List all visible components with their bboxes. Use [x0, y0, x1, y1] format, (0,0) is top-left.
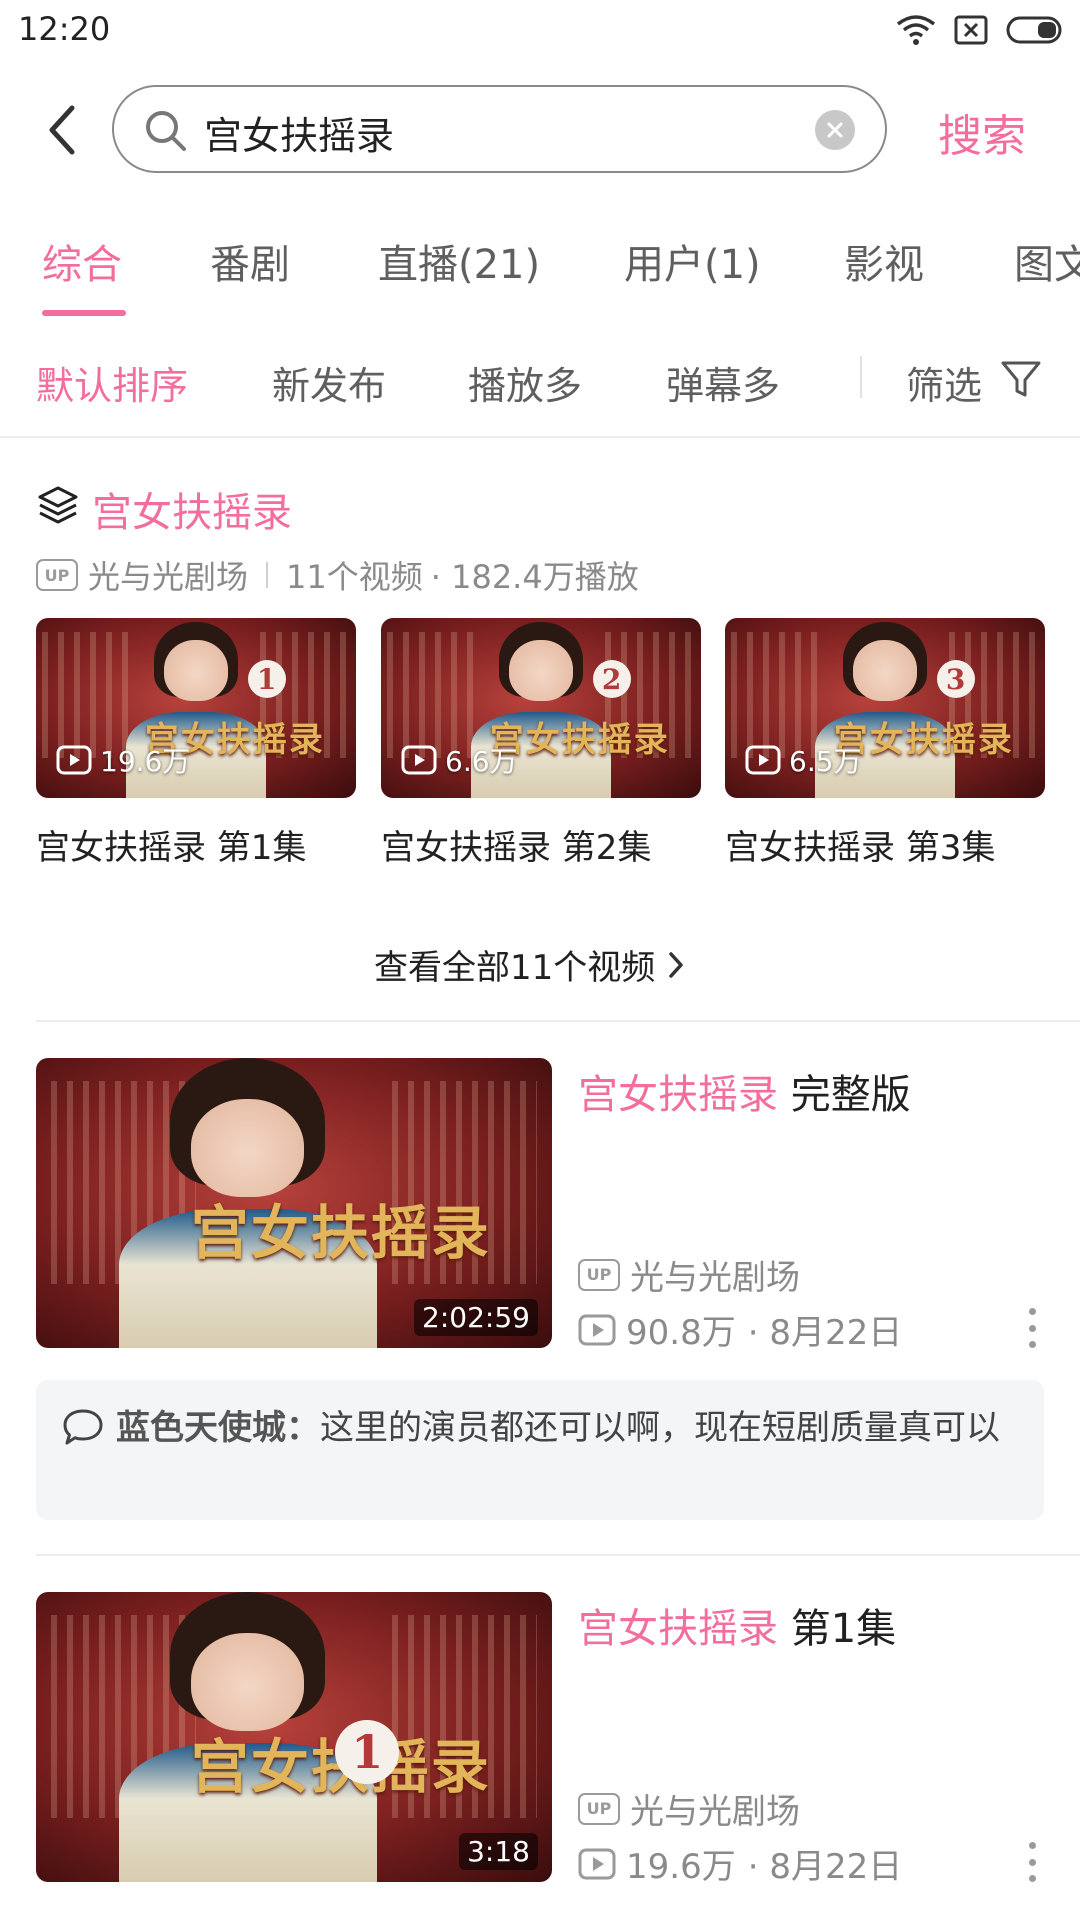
episode-thumbnail-3[interactable]: 宫女扶摇录 3 6.5万	[725, 618, 1045, 798]
status-time: 12:20	[18, 10, 111, 48]
search-icon	[146, 111, 186, 151]
tab-bangumi[interactable]: 番剧	[210, 232, 290, 290]
episode-number-badge: 1	[247, 660, 286, 698]
tab-active-indicator	[42, 310, 126, 316]
uploader-row[interactable]: UP 光与光剧场	[578, 1784, 800, 1833]
filter-button[interactable]: 筛选	[906, 355, 982, 410]
more-options-icon[interactable]	[1024, 1842, 1040, 1882]
episode-number-badge: 1	[335, 1720, 400, 1784]
back-arrow-icon[interactable]	[42, 100, 82, 160]
meta-separator	[266, 562, 269, 588]
up-badge-icon: UP	[578, 1258, 620, 1291]
collection-uploader[interactable]: 光与光剧场	[88, 552, 248, 598]
sort-divider	[860, 356, 862, 398]
sort-most-danmaku[interactable]: 弹幕多	[666, 355, 780, 410]
collection-count: 11个视频	[286, 558, 423, 596]
divider	[36, 1020, 1080, 1022]
up-badge-icon: UP	[36, 559, 78, 591]
view-count: 6.6万	[401, 740, 518, 780]
episode-title-2[interactable]: 宫女扶摇录 第2集	[381, 820, 651, 869]
divider	[36, 1554, 1080, 1556]
tab-film[interactable]: 影视	[844, 232, 924, 290]
comment-user[interactable]: 蓝色天使城：	[116, 1408, 320, 1448]
uploader-name[interactable]: 光与光剧场	[630, 1250, 800, 1299]
clear-icon[interactable]	[815, 110, 855, 150]
tab-articles[interactable]: 图文	[1014, 232, 1080, 290]
result-tabs: 综合 番剧 直播(21) 用户(1) 影视 图文	[0, 232, 1080, 312]
collection-title[interactable]: 宫女扶摇录	[92, 480, 292, 538]
video-title[interactable]: 宫女扶摇录 完整版	[578, 1062, 911, 1120]
video-thumbnail[interactable]: 宫女扶摇录 2:02:59	[36, 1058, 552, 1348]
episode-title-3[interactable]: 宫女扶摇录 第3集	[725, 820, 995, 869]
video-stats: 19.6万 · 8月22日	[578, 1839, 902, 1888]
play-icon	[745, 745, 781, 775]
status-icons	[896, 14, 1066, 46]
layers-icon	[38, 486, 78, 524]
thumbnail-title-art: 宫女扶摇录	[190, 1198, 491, 1267]
divider	[0, 436, 1080, 438]
more-options-icon[interactable]	[1024, 1308, 1040, 1348]
sort-most-played[interactable]: 播放多	[468, 355, 582, 410]
video-title[interactable]: 宫女扶摇录 第1集	[578, 1596, 896, 1654]
episode-thumbnail-1[interactable]: 宫女扶摇录 1 19.6万	[36, 618, 356, 798]
search-button[interactable]: 搜索	[938, 100, 1026, 164]
search-query[interactable]: 宫女扶摇录	[204, 105, 394, 160]
video-thumbnail[interactable]: 宫女扶摇录 1 3:18	[36, 1592, 552, 1882]
collection-meta: UP 光与光剧场 11个视频 · 182.4万播放	[36, 552, 639, 598]
episode-number-badge: 3	[936, 660, 975, 698]
uploader-name[interactable]: 光与光剧场	[630, 1784, 800, 1833]
battery-icon	[1006, 16, 1062, 44]
view-all-link[interactable]: 查看全部11个视频	[374, 940, 685, 989]
status-bar: 12:20	[0, 0, 1080, 60]
episode-title-1[interactable]: 宫女扶摇录 第1集	[36, 820, 306, 869]
up-badge-icon: UP	[578, 1792, 620, 1825]
wifi-icon	[896, 15, 936, 45]
video-stats: 90.8万 · 8月22日	[578, 1305, 902, 1354]
filter-icon[interactable]	[1000, 358, 1042, 400]
tab-all[interactable]: 综合	[42, 232, 122, 290]
duration: 3:18	[459, 1833, 538, 1870]
episode-thumbnail-2[interactable]: 宫女扶摇录 2 6.6万	[381, 618, 701, 798]
view-count: 19.6万	[56, 740, 190, 780]
sim-card-icon	[954, 15, 988, 45]
play-icon	[401, 745, 437, 775]
comment-text: 这里的演员都还可以啊，现在短剧质量真可以	[320, 1408, 1000, 1448]
uploader-row[interactable]: UP 光与光剧场	[578, 1250, 800, 1299]
sort-default[interactable]: 默认排序	[36, 355, 188, 410]
play-icon	[578, 1848, 616, 1879]
episode-number-badge: 2	[592, 660, 631, 698]
comment-icon	[63, 1409, 103, 1445]
featured-comment[interactable]: 蓝色天使城：这里的演员都还可以啊，现在短剧质量真可以	[36, 1380, 1044, 1520]
tab-users[interactable]: 用户(1)	[624, 232, 761, 290]
play-icon	[578, 1314, 616, 1345]
play-icon	[56, 745, 92, 775]
tab-live[interactable]: 直播(21)	[378, 232, 540, 290]
search-input[interactable]: 宫女扶摇录	[112, 85, 887, 173]
collection-plays: · 182.4万播放	[430, 558, 639, 596]
duration: 2:02:59	[414, 1299, 538, 1336]
view-count: 6.5万	[745, 740, 862, 780]
chevron-right-icon	[669, 951, 684, 978]
sort-newest[interactable]: 新发布	[272, 355, 386, 410]
sort-row: 默认排序 新发布 播放多 弹幕多 筛选	[0, 355, 1080, 435]
